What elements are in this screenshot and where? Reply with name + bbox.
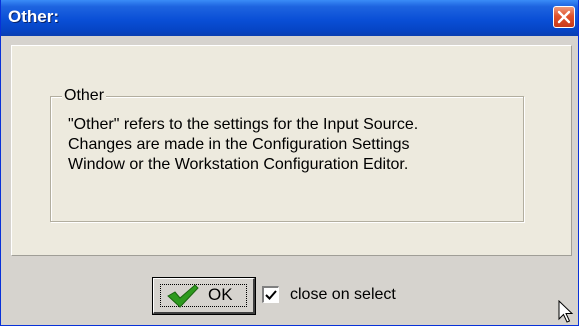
- ok-button-label: OK: [208, 285, 233, 304]
- close-on-select-label[interactable]: close on select: [290, 286, 396, 304]
- dialog-window: Other: Other "Other" refers to the setti…: [0, 0, 579, 326]
- content-panel: Other "Other" refers to the settings for…: [11, 45, 572, 256]
- ok-button[interactable]: OK: [152, 277, 256, 315]
- checkbox-check-icon: [265, 290, 277, 300]
- description-line: Changes are made in the Configuration Se…: [68, 136, 410, 153]
- checkmark-icon: [167, 284, 199, 308]
- groupbox-legend: Other: [62, 87, 107, 105]
- other-groupbox: Other "Other" refers to the settings for…: [50, 87, 524, 222]
- close-icon: [557, 10, 571, 24]
- groupbox-description: "Other" refers to the settings for the I…: [68, 115, 513, 175]
- mouse-pointer-icon: [558, 300, 574, 323]
- window-title: Other:: [8, 7, 59, 26]
- title-bar[interactable]: Other:: [1, 0, 578, 36]
- close-button[interactable]: [553, 6, 575, 28]
- close-on-select-checkbox[interactable]: [262, 286, 279, 303]
- description-line: "Other" refers to the settings for the I…: [68, 116, 419, 133]
- description-line: Window or the Workstation Configuration …: [68, 156, 409, 173]
